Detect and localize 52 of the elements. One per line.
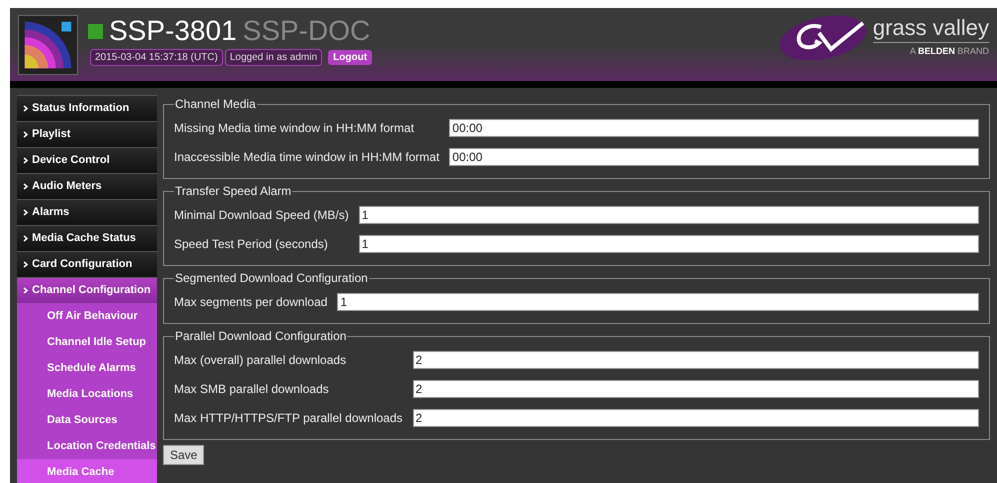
brand-name: grass valley [872, 17, 989, 44]
nav-item[interactable]: Device Control [17, 147, 157, 173]
group-title: Parallel Download Configuration [174, 328, 348, 345]
input-field[interactable]: 1 [358, 206, 979, 224]
nav-item[interactable]: Playlist [17, 121, 157, 147]
chevron-icon [23, 286, 28, 294]
device-model: SSP-3801 [109, 17, 237, 45]
group-title: Transfer Speed Alarm [174, 183, 292, 200]
nav-item[interactable]: Media Cache Status [17, 225, 157, 251]
nav-item[interactable]: Alarms [17, 199, 157, 225]
device-name: SSP-DOC [242, 17, 370, 45]
input-field[interactable]: 00:00 [449, 148, 979, 166]
input-field[interactable]: 2 [412, 351, 979, 369]
field-label: Minimal Download Speed (MB/s) [174, 207, 350, 224]
group-title: Segmented Download Configuration [174, 270, 369, 287]
input-field[interactable]: 1 [358, 235, 979, 253]
chevron-icon [23, 130, 28, 138]
nav-subitem[interactable]: Off Air Behaviour [17, 303, 157, 329]
timestamp: 2015-03-04 15:37:18 (UTC) [90, 49, 223, 66]
chevron-icon [23, 156, 28, 164]
input-field[interactable]: 2 [412, 380, 979, 398]
nav-subitem[interactable]: Media Locations [17, 381, 157, 407]
chevron-icon [23, 234, 28, 242]
field-label: Max segments per download [174, 294, 328, 311]
nav-subitem[interactable]: Data Sources [17, 407, 157, 433]
field-label: Max SMB parallel downloads [174, 381, 330, 398]
field-label: Speed Test Period (seconds) [174, 236, 329, 253]
input-field[interactable]: 00:00 [449, 119, 979, 137]
field-label: Missing Media time window in HH:MM format [174, 120, 416, 137]
group-title: Channel Media [174, 96, 257, 113]
nav-item[interactable]: Audio Meters [17, 173, 157, 199]
nav-item[interactable]: Card Configuration [17, 251, 157, 277]
nav-subitem[interactable]: Media Cache [17, 459, 157, 483]
brand-tagline: A BELDEN BRAND [910, 45, 989, 58]
input-field[interactable]: 2 [412, 409, 979, 427]
chevron-icon [23, 260, 28, 268]
login-status: Logged in as admin [224, 49, 322, 66]
chevron-icon [23, 182, 28, 190]
input-field[interactable]: 1 [337, 293, 979, 311]
chevron-icon [23, 104, 28, 112]
field-label: Max (overall) parallel downloads [174, 352, 348, 369]
field-label: Inaccessible Media time window in HH:MM format [174, 149, 440, 166]
fan-logo-icon [18, 15, 78, 75]
nav-item[interactable]: Channel Configuration [17, 277, 157, 303]
nav-subitem[interactable]: Channel Idle Setup [17, 329, 157, 355]
field-label: Max HTTP/HTTPS/FTP parallel downloads [174, 410, 404, 427]
chevron-icon [23, 208, 28, 216]
nav-item[interactable]: Status Information [17, 95, 157, 121]
logout-button[interactable]: Logout [328, 50, 372, 65]
save-button[interactable]: Save [163, 445, 204, 465]
nav-subitem[interactable]: Location Credentials [17, 433, 157, 459]
nav-subitem[interactable]: Schedule Alarms [17, 355, 157, 381]
